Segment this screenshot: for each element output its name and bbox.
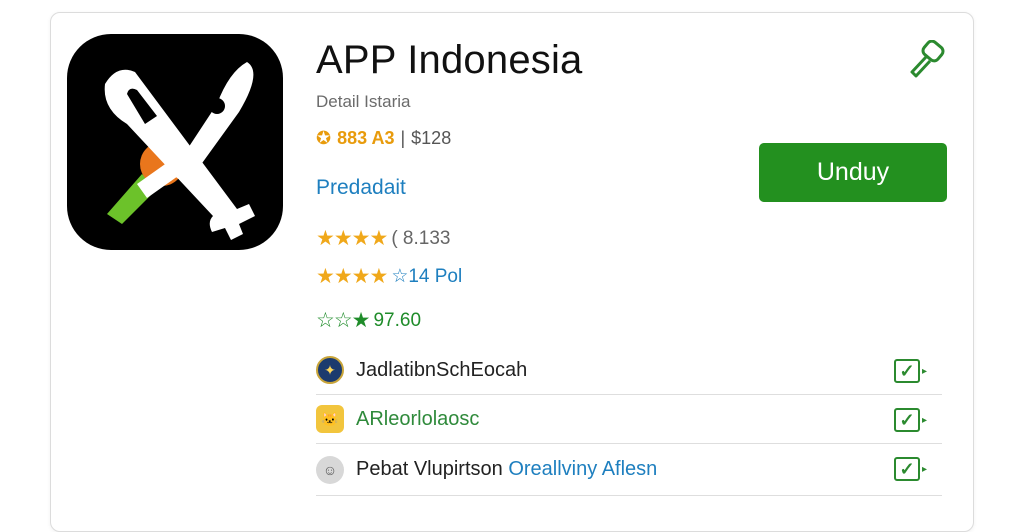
checkbox[interactable]: ✓ ▸ <box>894 358 930 384</box>
cat-icon: 🐱 <box>316 405 344 433</box>
meta-badge: 883 A3 <box>337 128 395 148</box>
app-meta: ✪ 883 A3 | $128 <box>316 128 451 149</box>
key-icon[interactable] <box>906 39 948 80</box>
rating-value: ☆14 Pol <box>391 266 463 287</box>
list-item[interactable]: ✦ JadlatibnSchEocah ✓ ▸ <box>316 346 942 395</box>
star-rating-icon: ★★★★ <box>316 265 388 288</box>
checkbox[interactable]: ✓ ▸ <box>894 456 930 482</box>
list-item-label-a: Pebat Vlupirtson <box>356 458 509 480</box>
app-title: APP Indonesia <box>316 38 583 82</box>
download-button[interactable]: Unduy <box>759 143 947 202</box>
checkbox[interactable]: ✓ ▸ <box>894 407 930 433</box>
developer-link[interactable]: Predadait <box>316 176 406 200</box>
list-item[interactable]: ☺ Pebat Vlupirtson Oreallviny Aflesn ✓ ▸ <box>316 444 942 496</box>
app-icon <box>67 34 283 250</box>
permission-list: ✦ JadlatibnSchEocah ✓ ▸ 🐱 ARleorlolaosc ✓… <box>316 346 942 496</box>
list-item-label: JadlatibnSchEocah <box>356 358 528 381</box>
rating-row: ☆☆★ 97.60 <box>316 308 421 333</box>
award-icon: ✪ <box>316 128 332 148</box>
star-rating-icon: ☆☆★ <box>316 309 370 332</box>
rating-row: ★★★★ ☆14 Pol <box>316 264 462 289</box>
star-rating-icon: ★★★★ <box>316 227 388 250</box>
rating-value: 97.60 <box>373 309 422 331</box>
list-item[interactable]: 🐱 ARleorlolaosc ✓ ▸ <box>316 395 942 444</box>
meta-price: $128 <box>411 128 452 148</box>
rating-row: ★★★★ ( 8.133 <box>316 226 450 251</box>
list-item-label-b: Oreallviny Aflesn <box>508 458 658 480</box>
avatar-icon: ☺ <box>316 455 344 484</box>
list-item-label: Pebat Vlupirtson Oreallviny Aflesn <box>356 458 657 481</box>
app-subtitle: Detail Istaria <box>316 92 411 111</box>
meta-separator: | <box>400 128 406 148</box>
list-item-label: ARleorlolaosc <box>356 407 480 430</box>
globe-icon: ✦ <box>316 356 344 384</box>
rating-value: ( 8.133 <box>391 227 451 249</box>
